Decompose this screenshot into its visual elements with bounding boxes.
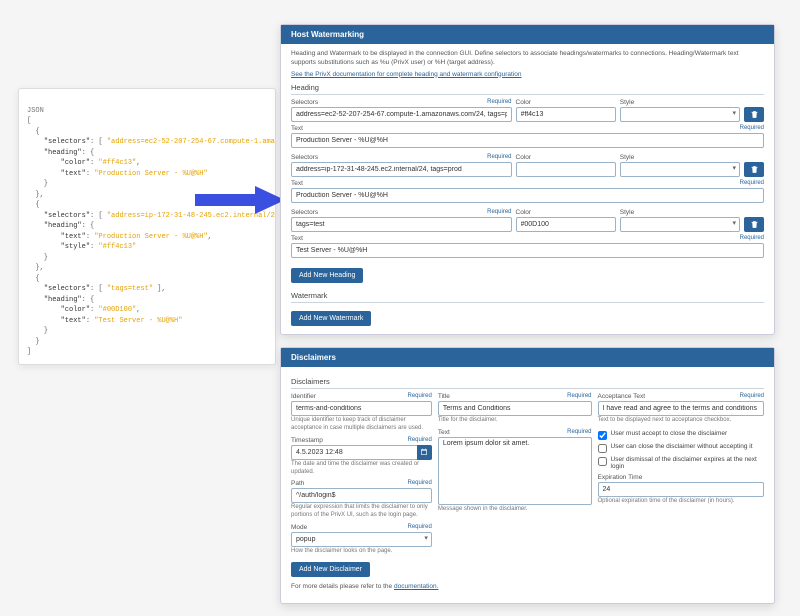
doc-link[interactable]: See the PrivX documentation for complete… bbox=[291, 71, 522, 78]
delete-heading-button[interactable] bbox=[744, 162, 764, 177]
mode-select[interactable]: popup bbox=[291, 532, 432, 547]
heading-block: SelectorsRequired Color Style TextRequir… bbox=[291, 209, 764, 258]
expiration-input[interactable] bbox=[598, 482, 764, 497]
text-label: Text bbox=[291, 125, 303, 132]
timestamp-input[interactable] bbox=[291, 445, 432, 460]
selectors-input[interactable] bbox=[291, 217, 512, 232]
heading-section-title: Heading bbox=[291, 83, 764, 95]
style-select[interactable] bbox=[620, 162, 740, 177]
expiration-label: Expiration Time bbox=[598, 474, 643, 481]
disclaimers-section-title: Disclaimers bbox=[291, 377, 764, 389]
add-disclaimer-button[interactable]: Add New Disclaimer bbox=[291, 562, 370, 577]
style-select[interactable] bbox=[620, 107, 740, 122]
host-watermarking-panel: Host Watermarking Heading and Watermark … bbox=[280, 24, 775, 335]
text-help: Message shown in the disclaimer. bbox=[438, 506, 592, 514]
can-close-check[interactable]: User can close the disclaimer without ac… bbox=[598, 443, 764, 453]
style-select[interactable] bbox=[620, 217, 740, 232]
trash-icon bbox=[750, 165, 759, 174]
selectors-label: Selectors bbox=[291, 154, 318, 161]
dismiss-expire-check[interactable]: User dismissal of the disclaimer expires… bbox=[598, 456, 764, 470]
heading-block: SelectorsRequired Color Style TextRequir… bbox=[291, 99, 764, 148]
delete-heading-button[interactable] bbox=[744, 217, 764, 232]
text-input[interactable] bbox=[291, 243, 764, 258]
footer-text: For more details please refer to the bbox=[291, 583, 394, 590]
path-input[interactable] bbox=[291, 488, 432, 503]
selectors-input[interactable] bbox=[291, 107, 512, 122]
text-label: Text bbox=[438, 429, 450, 436]
title-help: Title for the disclaimer. bbox=[438, 417, 592, 425]
json-label: JSON bbox=[27, 107, 44, 115]
path-help: Regular expression that limits the discl… bbox=[291, 504, 432, 520]
disclaimers-panel: Disclaimers Disclaimers IdentifierRequir… bbox=[280, 347, 775, 603]
color-input[interactable] bbox=[516, 217, 616, 232]
watermark-section-title: Watermark bbox=[291, 291, 764, 303]
timestamp-label: Timestamp bbox=[291, 437, 323, 444]
add-watermark-button[interactable]: Add New Watermark bbox=[291, 311, 371, 326]
style-label: Style bbox=[620, 209, 634, 216]
panel-title: Disclaimers bbox=[281, 348, 774, 367]
mode-label: Mode bbox=[291, 524, 307, 531]
title-input[interactable] bbox=[438, 401, 592, 416]
timestamp-help: The date and time the disclaimer was cre… bbox=[291, 461, 432, 477]
style-label: Style bbox=[620, 99, 634, 106]
trash-icon bbox=[750, 220, 759, 229]
expiration-help: Optional expiration time of the disclaim… bbox=[598, 498, 764, 506]
text-input[interactable]: Lorem ipsum dolor sit amet. bbox=[438, 437, 592, 505]
color-input[interactable] bbox=[516, 107, 616, 122]
selectors-label: Selectors bbox=[291, 99, 318, 106]
calendar-icon[interactable] bbox=[417, 445, 432, 460]
color-label: Color bbox=[516, 209, 532, 216]
identifier-label: Identifier bbox=[291, 393, 316, 400]
acceptance-label: Acceptance Text bbox=[598, 393, 646, 400]
selectors-label: Selectors bbox=[291, 209, 318, 216]
panel-description: Heading and Watermark to be displayed in… bbox=[291, 50, 764, 68]
acceptance-input[interactable] bbox=[598, 401, 764, 416]
add-heading-button[interactable]: Add New Heading bbox=[291, 268, 363, 283]
heading-block: SelectorsRequired Color Style TextRequir… bbox=[291, 154, 764, 203]
footer-doc-link[interactable]: documentation. bbox=[394, 583, 438, 590]
trash-icon bbox=[750, 110, 759, 119]
delete-heading-button[interactable] bbox=[744, 107, 764, 122]
color-input[interactable] bbox=[516, 162, 616, 177]
text-label: Text bbox=[291, 235, 303, 242]
selectors-input[interactable] bbox=[291, 162, 512, 177]
title-label: Title bbox=[438, 393, 450, 400]
text-input[interactable] bbox=[291, 188, 764, 203]
text-input[interactable] bbox=[291, 133, 764, 148]
color-label: Color bbox=[516, 154, 532, 161]
mode-help: How the disclaimer looks on the page. bbox=[291, 548, 432, 556]
must-accept-check[interactable]: User must accept to close the disclaimer bbox=[598, 430, 764, 440]
acceptance-help: Text to be displayed next to acceptance … bbox=[598, 417, 764, 425]
panel-title: Host Watermarking bbox=[281, 25, 774, 44]
text-label: Text bbox=[291, 180, 303, 187]
identifier-help: Unique identifier to keep track of discl… bbox=[291, 417, 432, 433]
style-label: Style bbox=[620, 154, 634, 161]
color-label: Color bbox=[516, 99, 532, 106]
identifier-input[interactable] bbox=[291, 401, 432, 416]
json-source-panel: JSON [ { "selectors": [ "address=ec2-52-… bbox=[18, 88, 276, 365]
path-label: Path bbox=[291, 480, 304, 487]
